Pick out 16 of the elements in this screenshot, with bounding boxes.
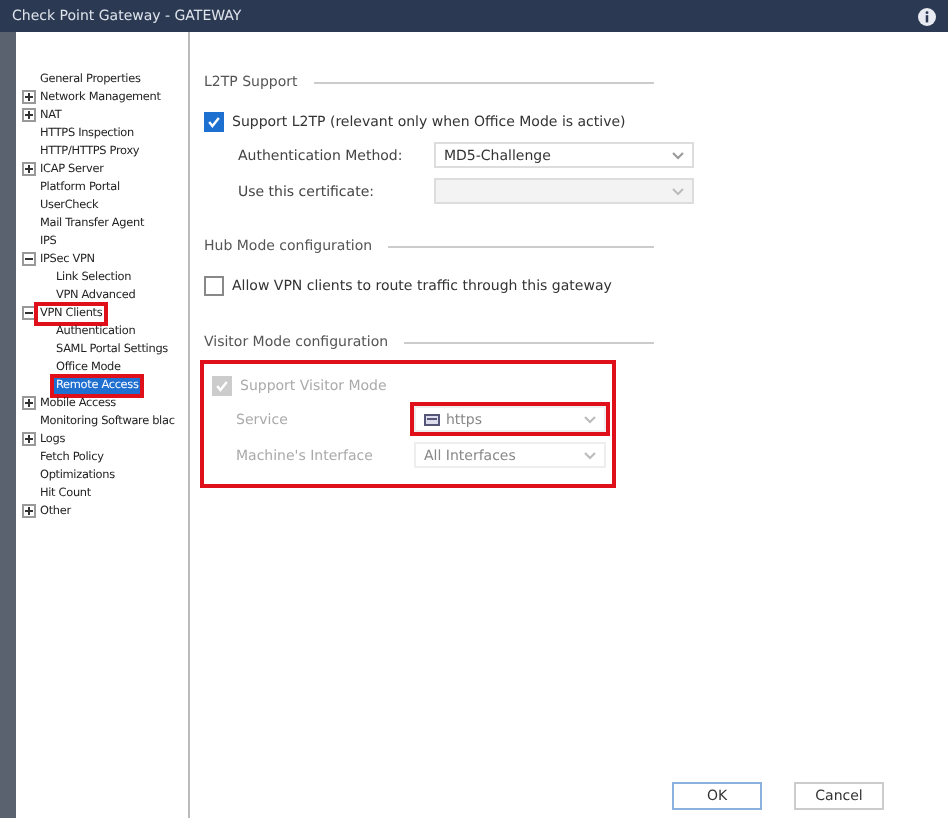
- expander-icon[interactable]: [22, 108, 38, 122]
- service-icon: [424, 413, 440, 425]
- expander-icon[interactable]: [22, 396, 38, 410]
- info-icon[interactable]: [918, 7, 936, 25]
- expander-icon[interactable]: [22, 432, 38, 446]
- chevron-down-icon: [584, 415, 596, 423]
- chevron-down-icon: [672, 187, 684, 195]
- chevron-down-icon: [584, 451, 596, 459]
- expander-icon[interactable]: [22, 306, 38, 320]
- chevron-down-icon: [672, 151, 684, 159]
- expander-icon[interactable]: [22, 252, 38, 266]
- expander-icon[interactable]: [22, 90, 38, 104]
- checkbox[interactable]: [204, 276, 224, 296]
- expander-icon[interactable]: [22, 162, 38, 176]
- expander-icon[interactable]: [22, 504, 38, 518]
- checkbox[interactable]: [204, 112, 224, 132]
